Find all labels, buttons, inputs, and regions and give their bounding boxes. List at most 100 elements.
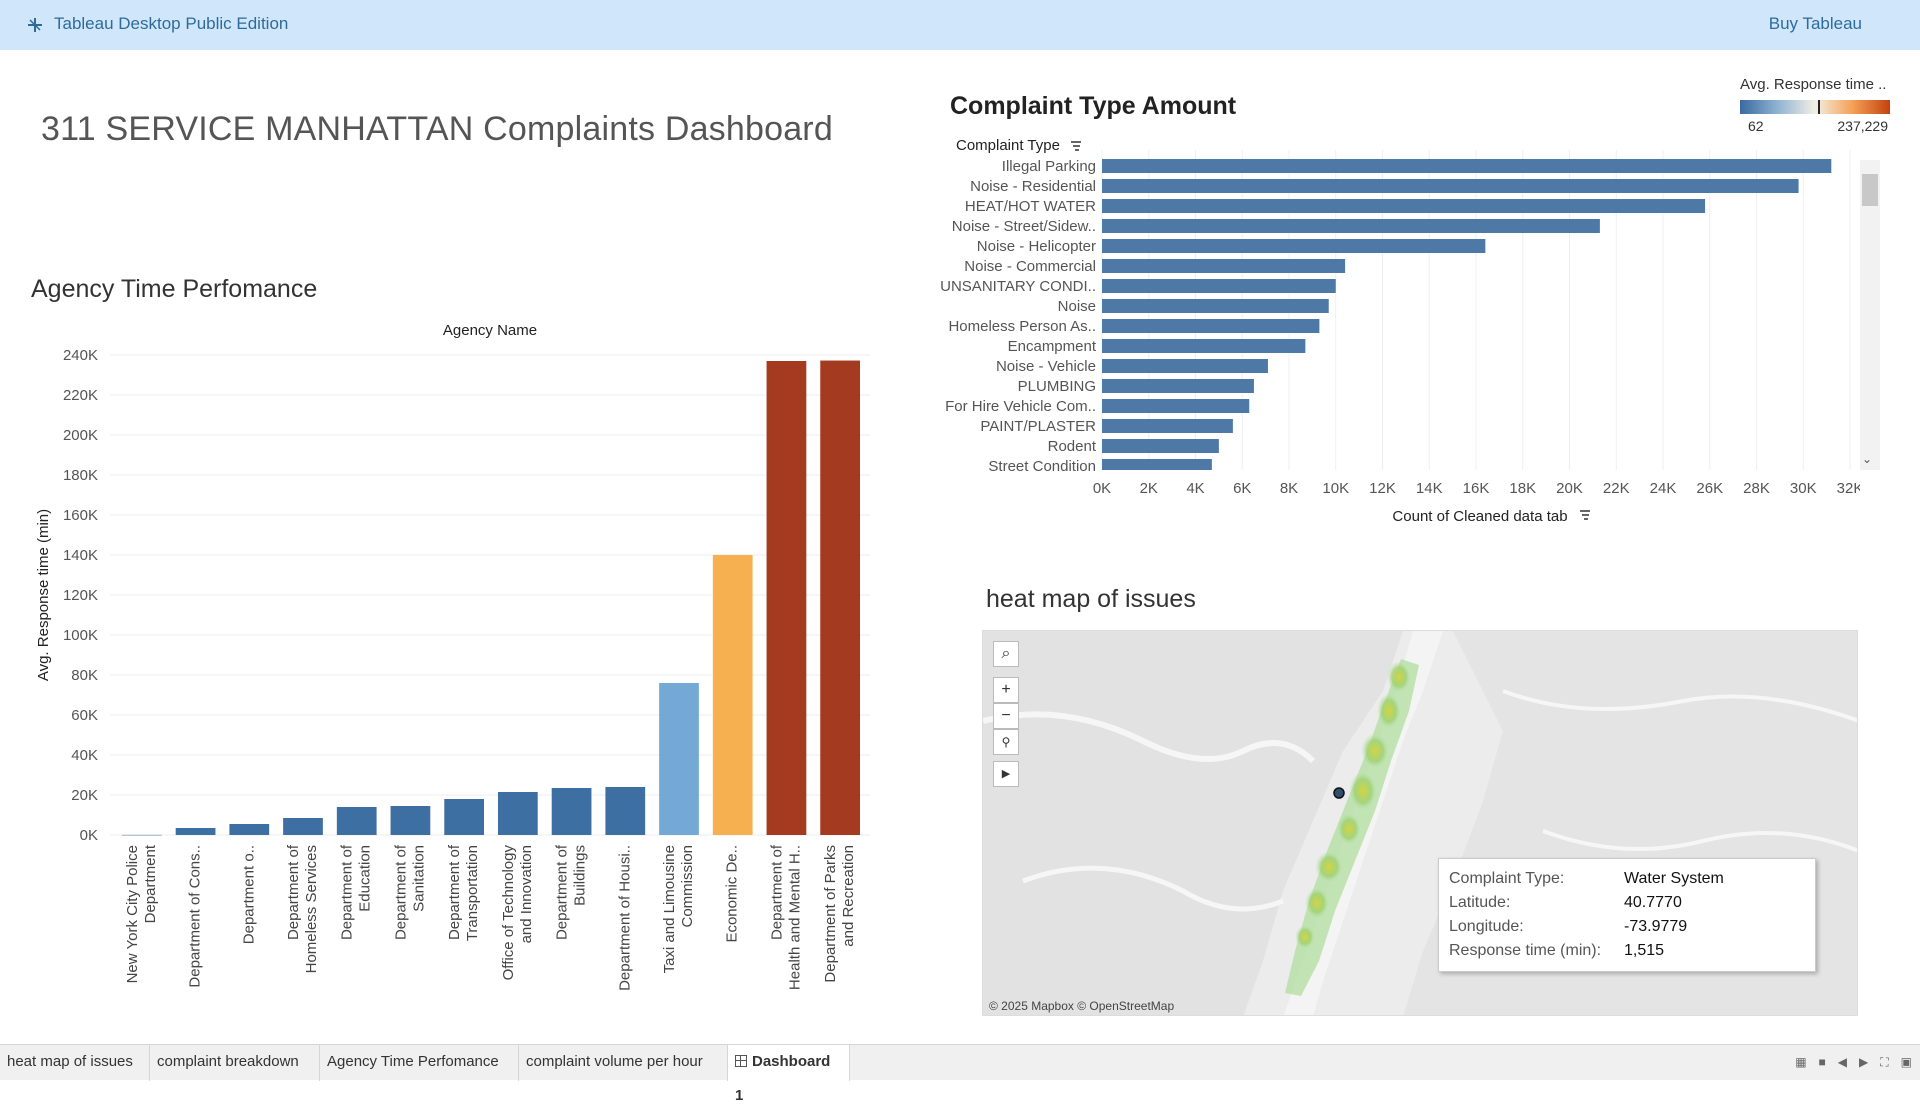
tooltip-key: Complaint Type: bbox=[1449, 870, 1565, 887]
complaint-bar[interactable] bbox=[1102, 199, 1706, 213]
x-tick-label: 6K bbox=[1233, 480, 1251, 497]
sort-icon[interactable] bbox=[1580, 510, 1590, 520]
agency-bar[interactable] bbox=[229, 824, 270, 835]
agency-bar[interactable] bbox=[336, 807, 377, 835]
agency-bar-chart[interactable]: Agency Name Avg. Response time (min) 0K 20K… bbox=[20, 315, 880, 1015]
agency-bar[interactable] bbox=[712, 555, 753, 835]
complaint-scrollbar[interactable]: ⌄ bbox=[1860, 160, 1880, 470]
x-tick-label: Department ofSanitation bbox=[392, 844, 427, 940]
agency-bar[interactable] bbox=[551, 788, 592, 835]
complaint-bar[interactable] bbox=[1102, 159, 1832, 173]
prev-sheet-icon[interactable]: ◀ bbox=[1838, 1055, 1847, 1070]
complaint-bar[interactable] bbox=[1102, 239, 1486, 253]
agency-bar[interactable] bbox=[659, 683, 699, 835]
complaint-x-axis-label: Count of Cleaned data tab bbox=[1392, 508, 1567, 525]
agency-bar[interactable] bbox=[283, 818, 323, 835]
tab-complaint-breakdown[interactable]: complaint breakdown bbox=[150, 1045, 320, 1081]
y-tick-label: Illegal Parking bbox=[1002, 158, 1096, 175]
complaint-bar[interactable] bbox=[1102, 359, 1268, 373]
y-tick-label: Noise - Helicopter bbox=[977, 238, 1096, 255]
agency-bar[interactable] bbox=[390, 806, 431, 835]
y-tick-label: HEAT/HOT WATER bbox=[965, 198, 1096, 215]
agency-bar[interactable] bbox=[175, 828, 216, 835]
y-tick-label: 160K bbox=[63, 507, 98, 524]
top-bar: Tableau Desktop Public Edition Buy Table… bbox=[0, 0, 1920, 50]
scrollbar-thumb[interactable] bbox=[1862, 174, 1878, 206]
sheet-sorter-icon[interactable]: ▦ bbox=[1795, 1055, 1806, 1070]
x-tick-label: 18K bbox=[1509, 480, 1536, 497]
complaint-bar[interactable] bbox=[1102, 259, 1346, 273]
tab-dashboard-1[interactable]: Dashboard 1 bbox=[728, 1045, 850, 1104]
presentation-icon[interactable]: ▣ bbox=[1901, 1055, 1912, 1070]
map-controls: ⌕ + − ⚲ ▶ bbox=[993, 641, 1021, 787]
next-sheet-icon[interactable]: ▶ bbox=[1859, 1055, 1868, 1070]
x-tick-label: 0K bbox=[1093, 480, 1111, 497]
y-tick-label: 200K bbox=[63, 427, 98, 444]
x-tick-label: 20K bbox=[1556, 480, 1583, 497]
x-tick-label: 30K bbox=[1790, 480, 1817, 497]
x-tick-label: 12K bbox=[1369, 480, 1396, 497]
tooltip-table: Complaint Type: Water System Latitude: 40.… bbox=[1449, 867, 1724, 963]
complaint-bar[interactable] bbox=[1102, 299, 1329, 313]
selected-point-marker[interactable] bbox=[1333, 787, 1345, 799]
y-tick-label: Noise - Residential bbox=[970, 178, 1096, 195]
x-tick-label: Department ofHomeless Services bbox=[285, 844, 320, 973]
x-tick-label: Department ofBuildings bbox=[554, 844, 589, 940]
buy-tableau-link[interactable]: Buy Tableau bbox=[1769, 14, 1862, 34]
y-tick-label: UNSANITARY CONDI.. bbox=[940, 278, 1096, 295]
complaint-bar[interactable] bbox=[1102, 459, 1212, 470]
complaint-bar[interactable] bbox=[1102, 379, 1254, 393]
x-tick-label: Taxi and LimousineCommission bbox=[661, 845, 696, 973]
x-tick-label: 22K bbox=[1603, 480, 1630, 497]
agency-bar[interactable] bbox=[605, 787, 646, 835]
agency-bar[interactable] bbox=[820, 360, 861, 835]
complaint-bar[interactable] bbox=[1102, 439, 1219, 453]
complaint-bar-chart[interactable]: Complaint Type 0K 2K 4K 6K 8K 10K 12K 14K 16K 18K 2… bbox=[930, 130, 1860, 530]
tooltip-key: Longitude: bbox=[1449, 918, 1524, 935]
zoom-in-button[interactable]: + bbox=[993, 677, 1019, 703]
complaint-bar[interactable] bbox=[1102, 219, 1600, 233]
y-tick-label: Rodent bbox=[1048, 438, 1097, 455]
x-tick-label: 28K bbox=[1743, 480, 1770, 497]
heatmap-title: heat map of issues bbox=[986, 585, 1196, 613]
sort-icon[interactable] bbox=[1071, 141, 1081, 151]
map-search-icon[interactable]: ⌕ bbox=[993, 641, 1019, 667]
x-tick-label: 14K bbox=[1416, 480, 1443, 497]
complaint-bar[interactable] bbox=[1102, 179, 1799, 193]
complaint-bar[interactable] bbox=[1102, 399, 1250, 413]
agency-bar[interactable] bbox=[444, 799, 485, 835]
x-tick-label: Office of Technologyand Innovation bbox=[500, 845, 535, 981]
agency-bar[interactable] bbox=[766, 361, 807, 835]
legend-min-label: 62 bbox=[1748, 118, 1764, 134]
legend-gradient bbox=[1740, 100, 1890, 114]
tab-heat-map-of-issues[interactable]: heat map of issues bbox=[0, 1045, 150, 1081]
tooltip-value: Water System bbox=[1624, 870, 1724, 887]
pin-icon[interactable]: ⚲ bbox=[993, 729, 1019, 755]
filmstrip-icon[interactable]: ■ bbox=[1819, 1055, 1826, 1070]
tooltip-key: Response time (min): bbox=[1449, 942, 1602, 959]
tab-complaint-volume-per-hour[interactable]: complaint volume per hour bbox=[519, 1045, 728, 1081]
complaint-bar[interactable] bbox=[1102, 419, 1233, 433]
x-tick-label: Department ofTransportation bbox=[446, 844, 481, 941]
x-tick-label: 32K bbox=[1837, 480, 1860, 497]
app-title: Tableau Desktop Public Edition bbox=[54, 14, 289, 33]
x-tick-label: 2K bbox=[1140, 480, 1158, 497]
y-tick-label: PAINT/PLASTER bbox=[980, 418, 1096, 435]
agency-bar[interactable] bbox=[497, 792, 538, 835]
expand-arrow-icon[interactable]: ▶ bbox=[993, 761, 1019, 787]
tab-dashboard-1-label: Dashboard 1 bbox=[735, 1053, 831, 1104]
tab-agency-time-perfomance[interactable]: Agency Time Perfomance bbox=[320, 1045, 519, 1081]
complaint-bar[interactable] bbox=[1102, 279, 1336, 293]
y-tick-label: 40K bbox=[71, 747, 98, 764]
legend-title: Avg. Response time .. bbox=[1740, 76, 1887, 93]
agency-chart-title: Agency Time Perfomance bbox=[31, 275, 318, 303]
complaint-bar[interactable] bbox=[1102, 339, 1306, 353]
scroll-down-icon[interactable]: ⌄ bbox=[1862, 452, 1872, 466]
zoom-out-button[interactable]: − bbox=[993, 703, 1019, 729]
dashboard-title: 311 SERVICE MANHATTAN Complaints Dashboa… bbox=[41, 110, 833, 148]
x-tick-label: Department o.. bbox=[240, 845, 257, 944]
agency-bar[interactable] bbox=[121, 834, 162, 836]
complaint-bar[interactable] bbox=[1102, 319, 1320, 333]
x-tick-label: 4K bbox=[1186, 480, 1204, 497]
fullscreen-icon[interactable]: ⛶ bbox=[1880, 1055, 1888, 1070]
